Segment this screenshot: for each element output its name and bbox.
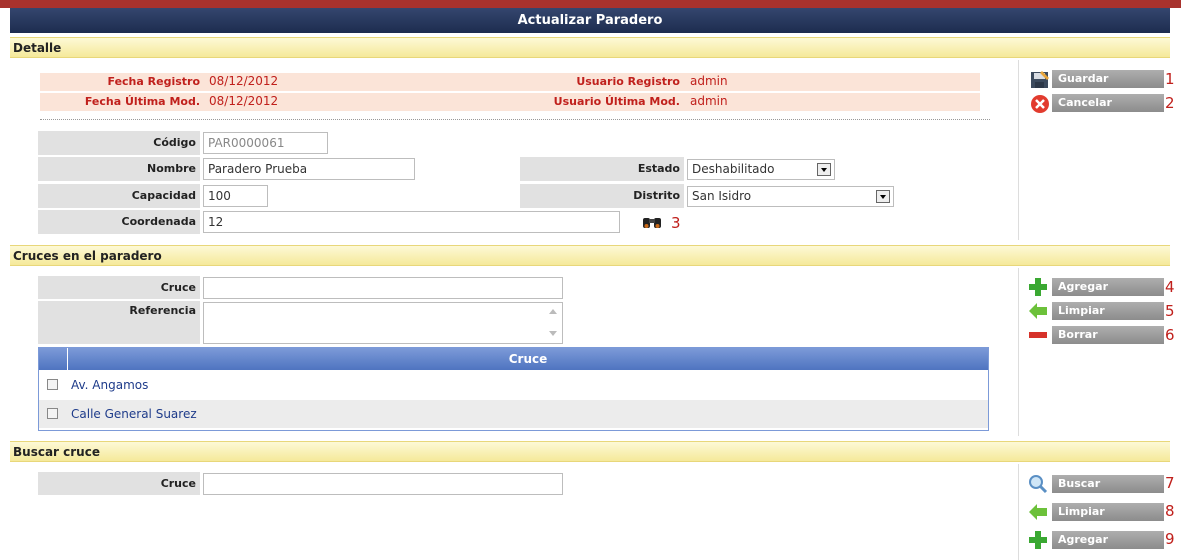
- chevron-down-icon[interactable]: [817, 163, 831, 176]
- plus-icon[interactable]: [1028, 530, 1048, 550]
- divider: [40, 119, 990, 120]
- plus-icon[interactable]: [1028, 277, 1048, 297]
- codigo-label: Código: [38, 131, 200, 155]
- referencia-label: Referencia: [38, 301, 200, 344]
- magnifier-icon[interactable]: [1028, 474, 1048, 494]
- distrito-label: Distrito: [520, 184, 684, 208]
- cancelar-button[interactable]: Cancelar: [1052, 94, 1164, 112]
- estado-label: Estado: [520, 157, 684, 181]
- section-cruces-label: Cruces en el paradero: [13, 249, 162, 263]
- grid-header-cruce: Cruce: [68, 348, 988, 370]
- fecha-registro-label: Fecha Registro: [107, 75, 201, 88]
- section-buscar-label: Buscar cruce: [13, 445, 100, 459]
- buscar-cruce-label: Cruce: [38, 472, 200, 495]
- coordenada-label: Coordenada: [38, 210, 200, 234]
- row-cruce-name: Calle General Suarez: [71, 407, 197, 421]
- capacidad-label: Capacidad: [38, 184, 200, 208]
- distrito-select[interactable]: San Isidro: [687, 186, 894, 207]
- agregar-button[interactable]: Agregar: [1052, 278, 1164, 296]
- marker-3: 3: [671, 214, 681, 232]
- marker-6: 6: [1165, 326, 1175, 344]
- referencia-scrollbar[interactable]: [545, 303, 561, 343]
- cruce-label: Cruce: [38, 276, 200, 299]
- section-cruces: Cruces en el paradero: [10, 245, 1170, 266]
- cancel-icon[interactable]: [1030, 94, 1050, 114]
- marker-1: 1: [1165, 70, 1175, 88]
- marker-4: 4: [1165, 278, 1175, 296]
- section-buscar: Buscar cruce: [10, 441, 1170, 462]
- codigo-field[interactable]: PAR0000061: [203, 132, 328, 154]
- usuario-mod-label: Usuario Última Mod.: [553, 95, 680, 108]
- top-accent-bar: [0, 0, 1181, 8]
- estado-value: Deshabilitado: [692, 162, 775, 176]
- row-cruce-name: Av. Angamos: [71, 378, 149, 392]
- guardar-button[interactable]: Guardar: [1052, 70, 1164, 88]
- cruce-field[interactable]: [203, 277, 563, 299]
- chevron-down-icon[interactable]: [876, 190, 890, 203]
- table-row[interactable]: Av. Angamos: [39, 371, 988, 399]
- marker-5: 5: [1165, 302, 1175, 320]
- section-detalle: Detalle: [10, 37, 1170, 58]
- row-checkbox[interactable]: [47, 379, 58, 390]
- coordenada-field[interactable]: 12: [203, 211, 620, 233]
- marker-8: 8: [1165, 502, 1175, 520]
- referencia-textarea[interactable]: [203, 302, 563, 344]
- nombre-field[interactable]: Paradero Prueba: [203, 158, 415, 180]
- marker-7: 7: [1165, 474, 1175, 492]
- grid-check-header: [39, 348, 67, 370]
- arrow-left-icon[interactable]: [1028, 301, 1048, 321]
- scroll-down-icon[interactable]: [549, 331, 557, 336]
- agregar2-button[interactable]: Agregar: [1052, 531, 1164, 549]
- fecha-mod-label: Fecha Última Mod.: [84, 95, 200, 108]
- minus-icon[interactable]: [1028, 325, 1048, 345]
- limpiar-button[interactable]: Limpiar: [1052, 302, 1164, 320]
- limpiar2-button[interactable]: Limpiar: [1052, 503, 1164, 521]
- estado-select[interactable]: Deshabilitado: [687, 159, 835, 180]
- fecha-mod-value: 08/12/2012: [209, 94, 279, 108]
- usuario-registro-value: admin: [690, 74, 728, 88]
- scroll-up-icon[interactable]: [549, 309, 557, 314]
- save-icon[interactable]: [1030, 70, 1050, 90]
- binoculars-icon[interactable]: [641, 214, 663, 230]
- marker-9: 9: [1165, 530, 1175, 548]
- buscar-cruce-field[interactable]: [203, 473, 563, 495]
- capacidad-field[interactable]: 100: [203, 185, 268, 207]
- buttons-divider: [1018, 268, 1019, 436]
- nombre-label: Nombre: [38, 157, 200, 181]
- fecha-registro-value: 08/12/2012: [209, 74, 279, 88]
- usuario-registro-label: Usuario Registro: [576, 75, 680, 88]
- usuario-mod-value: admin: [690, 94, 728, 108]
- arrow-left-icon[interactable]: [1028, 502, 1048, 522]
- buttons-divider: [1018, 60, 1019, 240]
- buttons-divider: [1018, 464, 1019, 560]
- window-title: Actualizar Paradero: [10, 8, 1170, 33]
- borrar-button[interactable]: Borrar: [1052, 326, 1164, 344]
- marker-2: 2: [1165, 94, 1175, 112]
- table-row[interactable]: Calle General Suarez: [39, 400, 988, 428]
- distrito-value: San Isidro: [692, 189, 752, 203]
- buscar-button[interactable]: Buscar: [1052, 475, 1164, 493]
- section-detalle-label: Detalle: [13, 41, 62, 55]
- row-checkbox[interactable]: [47, 408, 58, 419]
